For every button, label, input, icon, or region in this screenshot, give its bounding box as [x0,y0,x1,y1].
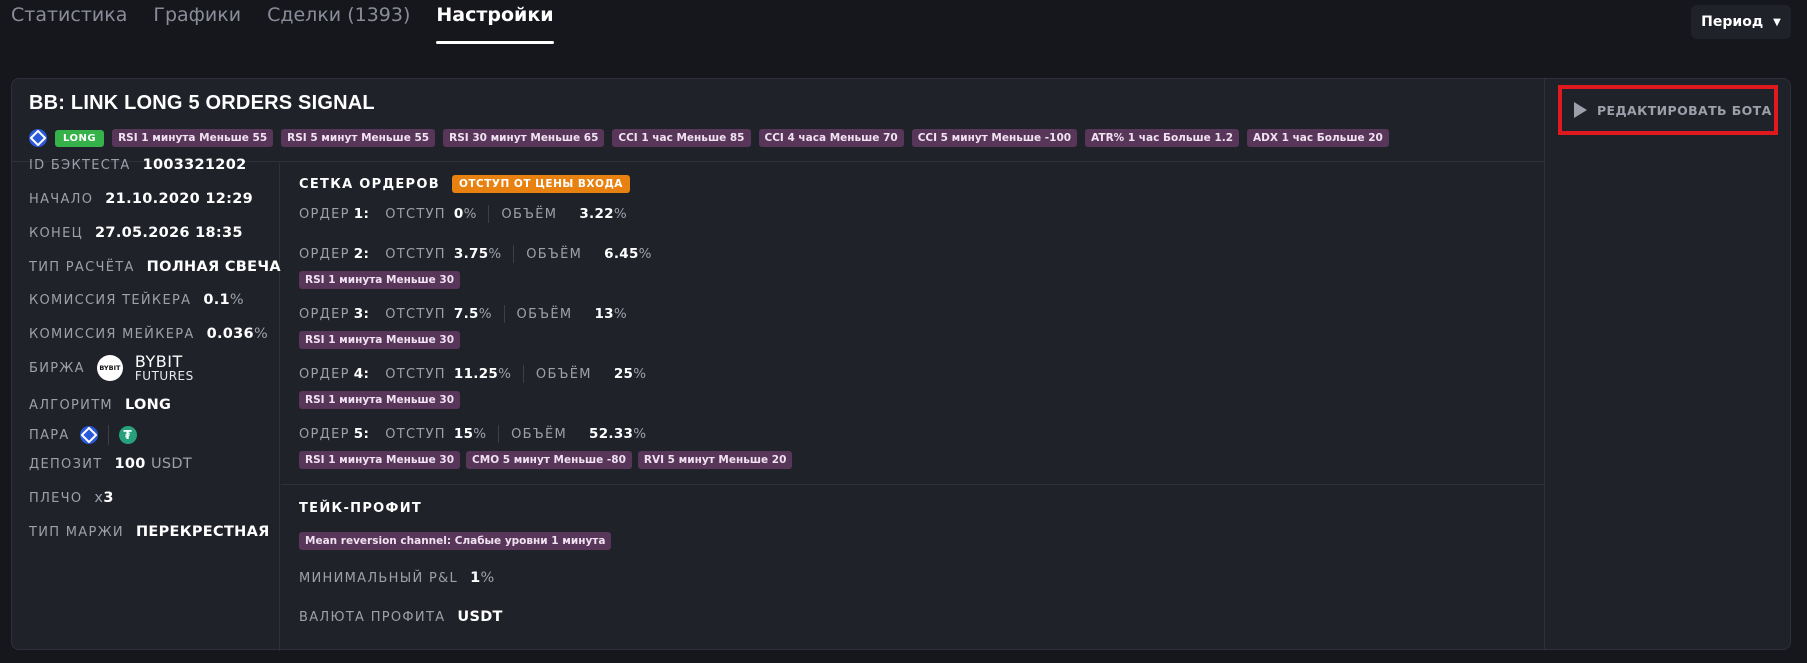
chainlink-coin-icon [79,426,98,444]
condition-tag: Mean reversion channel: Слабые уровни 1 … [299,532,612,550]
profit-currency-label: ВАЛЮТА ПРОФИТА [299,609,446,625]
order-row: ОРДЕР 5: ОТСТУП 15% ОБЪЁМ 52.33% [299,425,647,443]
period-label: Период [1701,14,1764,30]
info-label: БИРЖА [29,360,85,376]
order-grid-title: СЕТКА ОРДЕРОВ [299,176,440,192]
exchange-name: BYBIT FUTURES [134,352,194,383]
end-value: 27.05.2026 18:35 [95,225,243,241]
condition-tag: RSI 1 минута Меньше 55 [112,129,274,147]
order-grid-header: СЕТКА ОРДЕРОВ ОТСТУП ОТ ЦЕНЫ ВХОДА [299,175,630,193]
order-row: ОРДЕР 4: ОТСТУП 11.25% ОБЪЁМ 25% [299,365,647,383]
condition-tag: CCI 1 час Меньше 85 [612,129,751,147]
bot-title: BB: LINK LONG 5 ORDERS SIGNAL [29,92,375,114]
backtest-id-value: 1003321202 [142,157,247,173]
info-label: АЛГОРИТМ [29,397,113,413]
tether-coin-icon: ₮ [118,426,137,444]
tab-charts[interactable]: Графики [153,0,241,44]
info-row-maker: КОМИССИЯ МЕЙКЕРА 0.036% [29,326,268,342]
long-badge: LONG [55,129,105,147]
condition-tag: RSI 1 минута Меньше 30 [299,391,461,409]
deposit-value: 100 USDT [114,456,193,472]
info-row-algo: АЛГОРИТМ LONG [29,397,171,413]
info-label: ПАРА [29,427,70,443]
take-profit-title: ТЕЙК-ПРОФИТ [299,501,423,516]
taker-fee-value: 0.1% [203,292,244,308]
info-label: КОМИССИЯ МЕЙКЕРА [29,326,195,342]
info-label: ТИП МАРЖИ [29,524,124,540]
info-label: ID БЭКТЕСТА [29,157,131,173]
info-row-leverage: ПЛЕЧО x3 [29,490,114,506]
order-row: ОРДЕР 2: ОТСТУП 3.75% ОБЪЁМ 6.45% [299,245,652,263]
order-conditions: RSI 1 минута Меньше 30 [299,391,461,409]
margin-type-value: ПЕРЕКРЕСТНАЯ [135,524,270,540]
info-label: ТИП РАСЧЁТА [29,259,135,275]
condition-tag: CMO 5 минут Меньше -80 [466,451,632,469]
min-pnl-value: 1% [470,570,495,586]
maker-fee-value: 0.036% [206,326,269,342]
take-profit-conditions: Mean reversion channel: Слабые уровни 1 … [299,532,612,550]
condition-tag: ATR% 1 час Больше 1.2 [1085,129,1240,147]
condition-tag: RSI 1 минута Меньше 30 [299,451,461,469]
algorithm-value: LONG [124,397,172,413]
info-label: КОМИССИЯ ТЕЙКЕРА [29,292,192,308]
info-label: ДЕПОЗИТ [29,456,103,472]
chainlink-coin-icon [29,129,47,147]
min-pnl-label: МИНИМАЛЬНЫЙ P&L [299,570,459,586]
info-row-exchange: БИРЖА BYBIT BYBIT FUTURES [29,352,194,383]
condition-tag: CCI 5 минут Меньше -100 [911,129,1078,147]
info-row-deposit: ДЕПОЗИТ 100 USDT [29,456,192,472]
order-conditions: RSI 1 минута Меньше 30 [299,331,461,349]
info-row-margin: ТИП МАРЖИ ПЕРЕКРЕСТНАЯ [29,524,270,540]
condition-tag: RSI 5 минут Меньше 55 [281,129,436,147]
offset-mode-badge: ОТСТУП ОТ ЦЕНЫ ВХОДА [451,175,630,193]
condition-tag: RSI 1 минута Меньше 30 [299,271,461,289]
tab-statistics[interactable]: Статистика [11,0,127,44]
bot-card: BB: LINK LONG 5 ORDERS SIGNAL LONG RSI 1… [11,78,1791,651]
start-value: 21.10.2020 12:29 [105,191,254,207]
caret-down-icon: ▼ [1773,16,1781,28]
column-divider [1544,79,1545,649]
info-row-end: КОНЕЦ 27.05.2026 18:35 [29,225,243,241]
bot-tag-row: LONG RSI 1 минута Меньше 55 RSI 5 минут … [29,129,1389,147]
tab-deals[interactable]: Сделки (1393) [267,0,410,44]
bot-header: BB: LINK LONG 5 ORDERS SIGNAL LONG RSI 1… [12,79,1544,162]
info-row-pair: ПАРА ₮ [29,425,137,445]
bybit-logo-icon: BYBIT [96,355,123,381]
info-label: КОНЕЦ [29,225,84,241]
tab-settings[interactable]: Настройки [436,0,554,44]
calc-type-value: ПОЛНАЯ СВЕЧА [146,259,281,275]
order-conditions: RSI 1 минута Меньше 30 CMO 5 минут Меньш… [299,451,793,469]
edit-bot-button[interactable]: РЕДАКТИРОВАТЬ БОТА [1558,85,1778,135]
order-conditions: RSI 1 минута Меньше 30 [299,271,461,289]
condition-tag: RSI 30 минут Меньше 65 [443,129,605,147]
condition-tag: RVI 5 минут Меньше 20 [637,451,793,469]
info-row-start: НАЧАЛО 21.10.2020 12:29 [29,191,253,207]
pair-divider [107,425,109,445]
tab-bar: Статистика Графики Сделки (1393) Настрой… [11,0,580,44]
info-label: ПЛЕЧО [29,490,83,506]
info-label: НАЧАЛО [29,191,94,207]
order-row: ОРДЕР 1: ОТСТУП 0% ОБЪЁМ 3.22% [299,205,627,223]
condition-tag: RSI 1 минута Меньше 30 [299,331,461,349]
info-row-id: ID БЭКТЕСТА 1003321202 [29,157,246,173]
edit-bot-label: РЕДАКТИРОВАТЬ БОТА [1597,102,1772,118]
leverage-value: x3 [94,490,114,506]
profit-currency-value: USDT [457,609,503,625]
section-divider [281,484,1544,485]
condition-tag: CCI 4 часа Меньше 70 [758,129,904,147]
play-icon [1574,102,1587,118]
min-pnl-row: МИНИМАЛЬНЫЙ P&L 1% [299,570,495,586]
info-row-calc: ТИП РАСЧЁТА ПОЛНАЯ СВЕЧА [29,259,281,275]
order-row: ОРДЕР 3: ОТСТУП 7.5% ОБЪЁМ 13% [299,305,627,323]
condition-tag: ADX 1 час Больше 20 [1247,129,1389,147]
info-row-taker: КОМИССИЯ ТЕЙКЕРА 0.1% [29,292,244,308]
profit-currency-row: ВАЛЮТА ПРОФИТА USDT [299,609,503,625]
period-dropdown[interactable]: Период ▼ [1691,5,1791,39]
